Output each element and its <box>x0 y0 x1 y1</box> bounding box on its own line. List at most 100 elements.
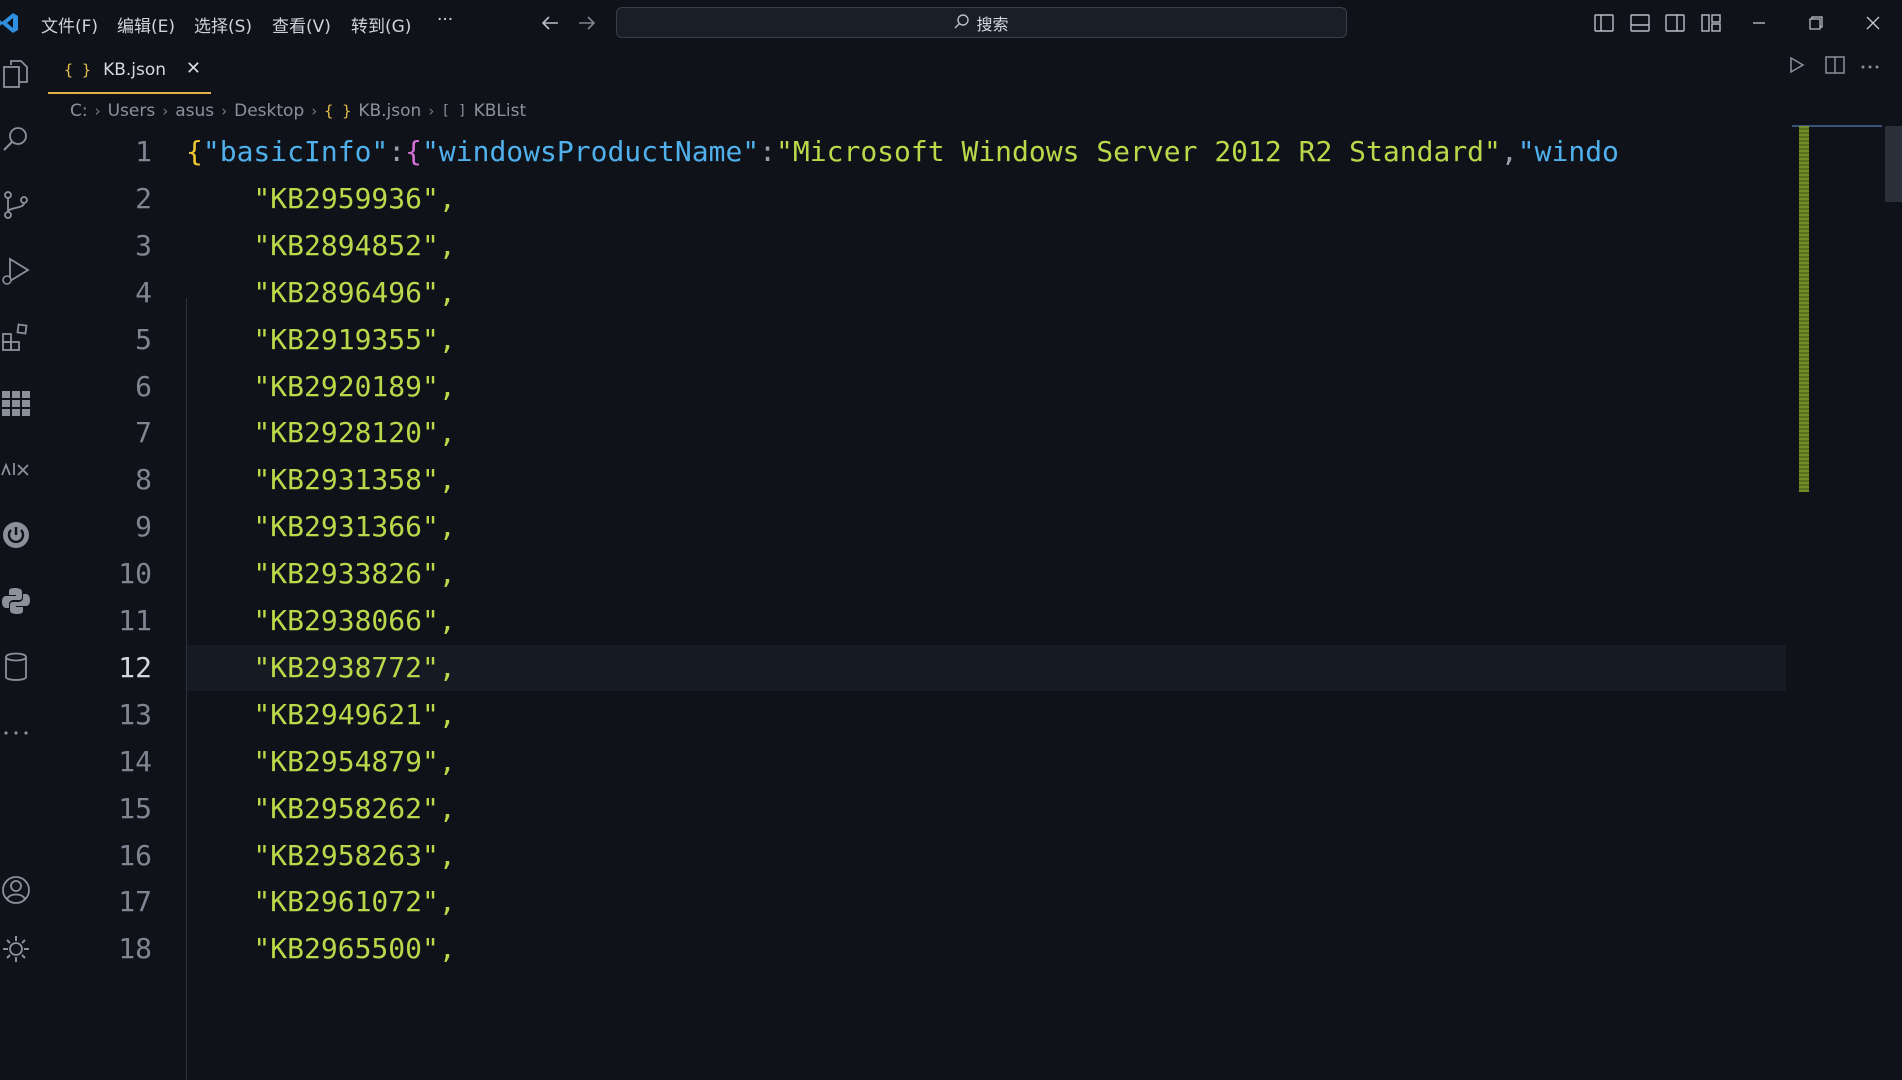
menu-view[interactable]: 查看(V) <box>272 12 331 37</box>
menu-more-button[interactable]: ··· <box>437 10 453 30</box>
code-text: "KB2928120", <box>186 416 456 450</box>
line-number: 18 <box>118 932 152 966</box>
code-text: "KB2933826", <box>186 557 456 591</box>
line-number: 15 <box>118 791 152 825</box>
json-file-icon: { } <box>64 60 92 79</box>
code-text: "KB2965500", <box>186 932 456 966</box>
code-line: 4 "KB2896496", <box>0 270 1792 316</box>
toggle-secondary-sidebar-icon[interactable] <box>1662 10 1688 36</box>
breadcrumb-drive[interactable]: C: <box>70 101 88 121</box>
vscode-logo-icon <box>0 10 22 36</box>
code-line: 16 "KB2958263", <box>0 833 1792 879</box>
forward-arrow-icon[interactable] <box>574 10 600 36</box>
code-text: "KB2920189", <box>186 369 456 403</box>
search-placeholder: 搜索 <box>976 14 1009 34</box>
code-line: 6 "KB2920189", <box>0 364 1792 410</box>
line-number: 2 <box>135 181 152 215</box>
close-window-icon[interactable] <box>1860 10 1886 36</box>
line-number: 8 <box>135 463 152 497</box>
code-line: 9 "KB2931366", <box>0 504 1792 550</box>
code-line: 18 "KB2965500", <box>0 926 1792 972</box>
breadcrumb-asus[interactable]: asus <box>175 101 214 121</box>
menu-edit[interactable]: 编辑(E) <box>117 12 175 37</box>
vertical-scrollbar-thumb[interactable] <box>1885 126 1902 202</box>
menu-file[interactable]: 文件(F) <box>41 12 98 37</box>
chevron-right-icon: › <box>162 102 169 120</box>
line-number: 9 <box>135 510 152 544</box>
command-center-search[interactable]: 搜索 <box>616 7 1347 38</box>
json-file-icon: { } <box>324 102 352 120</box>
editor-tab-bar: { } KB.json ✕ <box>48 47 1902 96</box>
minimap[interactable] <box>1799 126 1809 492</box>
code-line: 1 {"basicInfo":{"windowsProductName":"Mi… <box>0 129 1792 175</box>
code-line: 10 "KB2933826", <box>0 551 1792 597</box>
line-number: 3 <box>135 228 152 262</box>
line-number: 13 <box>118 697 152 731</box>
toggle-panel-icon[interactable] <box>1627 10 1653 36</box>
code-text: "KB2959936", <box>186 181 456 215</box>
breadcrumb-desktop[interactable]: Desktop <box>234 101 304 121</box>
tab-kb-json[interactable]: { } KB.json ✕ <box>48 47 211 94</box>
breadcrumb: C: › Users › asus › Desktop › { } KB.jso… <box>70 99 526 123</box>
chevron-right-icon: › <box>94 102 101 120</box>
breadcrumb-symbol[interactable]: KBList <box>474 101 527 121</box>
code-line: 3 "KB2894852", <box>0 223 1792 269</box>
line-number: 6 <box>135 369 152 403</box>
code-text: "KB2938066", <box>186 604 456 637</box>
minimize-icon[interactable] <box>1746 10 1772 36</box>
code-editor[interactable]: 1 {"basicInfo":{"windowsProductName":"Mi… <box>0 126 1792 1080</box>
code-text: "KB2896496", <box>186 275 456 309</box>
line-number: 10 <box>118 557 152 591</box>
line-number: 4 <box>135 275 152 309</box>
code-line: 11 "KB2938066", <box>0 598 1792 644</box>
restore-icon[interactable] <box>1803 10 1829 36</box>
code-line: 17 "KB2961072", <box>0 879 1792 925</box>
code-text: "KB2949621", <box>186 697 456 731</box>
breadcrumb-file[interactable]: KB.json <box>358 101 421 121</box>
back-arrow-icon[interactable] <box>537 10 563 36</box>
title-bar: 文件(F) 编辑(E) 选择(S) 查看(V) 转到(G) ··· 搜索 <box>0 0 1902 47</box>
line-number: 7 <box>135 416 152 450</box>
line-number: 17 <box>118 885 152 919</box>
code-text: "KB2954879", <box>186 744 456 778</box>
menu-go[interactable]: 转到(G) <box>351 12 411 37</box>
code-text: "KB2938772", <box>186 650 456 684</box>
customize-layout-icon[interactable] <box>1698 10 1724 36</box>
code-text: {"basicInfo":{"windowsProductName":"Micr… <box>186 135 1619 168</box>
code-line: 5 "KB2919355", <box>0 317 1792 363</box>
chevron-right-icon: › <box>428 102 435 120</box>
split-editor-icon[interactable] <box>1825 56 1845 79</box>
code-text: "KB2931366", <box>186 510 456 544</box>
code-line: 12 "KB2938772", <box>0 644 1792 691</box>
tab-close-icon[interactable]: ✕ <box>186 58 201 79</box>
code-text: "KB2894852", <box>186 228 456 262</box>
code-text: "KB2958263", <box>186 838 456 872</box>
search-icon <box>954 13 970 33</box>
array-symbol-icon: [ ] <box>441 103 467 119</box>
chevron-right-icon: › <box>221 102 228 120</box>
code-text: "KB2958262", <box>186 791 456 825</box>
breadcrumb-users[interactable]: Users <box>108 101 156 121</box>
code-text: "KB2919355", <box>186 322 456 356</box>
line-number: 16 <box>118 838 152 872</box>
code-line: 15 "KB2958262", <box>0 786 1792 832</box>
code-text: "KB2961072", <box>186 885 456 919</box>
line-number: 11 <box>118 604 152 637</box>
line-number: 5 <box>135 322 152 356</box>
line-number: 1 <box>135 135 152 168</box>
chevron-right-icon: › <box>311 102 318 120</box>
run-file-icon[interactable] <box>1789 56 1805 79</box>
indent-guide <box>186 298 187 1080</box>
code-line: 2 "KB2959936", <box>0 176 1792 222</box>
code-text: "KB2931358", <box>186 463 456 497</box>
menu-selection[interactable]: 选择(S) <box>194 12 252 37</box>
code-line: 14 "KB2954879", <box>0 739 1792 785</box>
tab-label: KB.json <box>103 59 167 80</box>
code-line: 7 "KB2928120", <box>0 410 1792 456</box>
toggle-primary-sidebar-icon[interactable] <box>1591 10 1617 36</box>
code-line: 13 "KB2949621", <box>0 692 1792 738</box>
explorer-icon[interactable] <box>0 54 32 94</box>
line-number: 12 <box>118 650 152 684</box>
editor-more-actions-icon[interactable] <box>1860 54 1880 75</box>
line-number: 14 <box>118 744 152 778</box>
